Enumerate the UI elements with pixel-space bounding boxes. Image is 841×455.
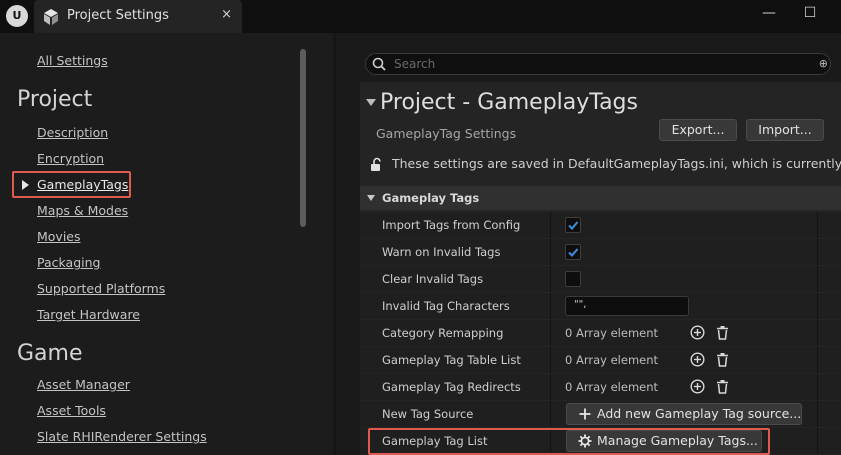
plus-icon — [579, 408, 591, 420]
sidebar-item-asset-tools[interactable]: Asset Tools — [37, 403, 106, 418]
trash-icon[interactable] — [715, 379, 730, 394]
sidebar-item-gameplaytags[interactable]: GameplayTags — [37, 177, 128, 192]
sidebar-item-maps-modes[interactable]: Maps & Modes — [37, 203, 128, 218]
maximize-button[interactable]: ☐ — [795, 3, 825, 25]
sidebar-item-packaging[interactable]: Packaging — [37, 255, 100, 270]
array-count: 0 Array element — [565, 353, 659, 367]
property-label: Import Tags from Config — [382, 218, 521, 232]
sidebar-item-supported-platforms[interactable]: Supported Platforms — [37, 281, 165, 296]
project-settings-window: U Project Settings × — ☐ All Settings Pr… — [0, 0, 841, 455]
row-gameplay-tag-table-list: Gameplay Tag Table List 0 Array element — [360, 347, 841, 373]
row-import-tags-from-config: Import Tags from Config — [360, 212, 841, 238]
sidebar-heading-project: Project — [17, 87, 93, 112]
search-box[interactable]: ⊕ — [365, 53, 831, 75]
property-label: Gameplay Tag Redirects — [382, 380, 521, 394]
invalid-chars-input[interactable]: "", — [565, 296, 689, 316]
sidebar-item-slate-rhirenderer[interactable]: Slate RHIRenderer Settings — [37, 429, 207, 444]
page-subtitle: GameplayTag Settings — [376, 126, 517, 141]
add-tag-source-button[interactable]: Add new Gameplay Tag source... — [566, 403, 802, 425]
unreal-logo-icon: U — [6, 5, 28, 27]
tab-project-settings[interactable]: Project Settings × — [34, 0, 242, 33]
trash-icon[interactable] — [715, 325, 730, 340]
import-button[interactable]: Import... — [746, 119, 824, 141]
row-invalid-tag-characters: Invalid Tag Characters "", — [360, 293, 841, 319]
minimize-button[interactable]: — — [754, 3, 784, 25]
settings-main-panel: ⊕ Project - GameplayTags GameplayTag Set… — [336, 33, 841, 455]
property-label: Invalid Tag Characters — [382, 299, 510, 313]
add-element-icon[interactable] — [690, 379, 705, 394]
property-label: Warn on Invalid Tags — [382, 245, 501, 259]
check-icon — [568, 221, 579, 230]
check-icon — [568, 248, 579, 257]
sidebar-item-description[interactable]: Description — [37, 125, 108, 140]
property-label: New Tag Source — [382, 407, 474, 421]
selected-arrow-icon — [22, 180, 29, 190]
property-label: Clear Invalid Tags — [382, 272, 484, 286]
sidebar-item-encryption[interactable]: Encryption — [37, 151, 104, 166]
section-collapse-icon[interactable] — [367, 195, 375, 201]
sidebar-item-target-hardware[interactable]: Target Hardware — [37, 307, 140, 322]
property-label: Category Remapping — [382, 326, 504, 340]
import-tags-checkbox[interactable] — [565, 217, 581, 233]
settings-sidebar: All Settings Project Description Encrypt… — [0, 33, 333, 455]
search-icon — [372, 57, 386, 71]
row-category-remapping: Category Remapping 0 Array element — [360, 320, 841, 346]
sidebar-item-movies[interactable]: Movies — [37, 229, 81, 244]
row-new-tag-source: New Tag Source Add new Gameplay Tag sour… — [360, 401, 841, 427]
tab-title: Project Settings — [67, 8, 169, 23]
unlock-icon — [371, 157, 381, 171]
add-element-icon[interactable] — [690, 352, 705, 367]
sidebar-item-asset-manager[interactable]: Asset Manager — [37, 377, 130, 392]
search-options-icon[interactable]: ⊕ — [819, 57, 828, 70]
add-element-icon[interactable] — [690, 325, 705, 340]
export-button[interactable]: Export... — [659, 119, 737, 141]
settings-cube-icon — [44, 9, 58, 25]
section-title: Gameplay Tags — [382, 191, 480, 205]
property-label: Gameplay Tag Table List — [382, 353, 521, 367]
warn-invalid-checkbox[interactable] — [565, 244, 581, 260]
config-notice: These settings are saved in DefaultGamep… — [392, 156, 841, 171]
search-input[interactable] — [394, 56, 814, 72]
collapse-arrow-icon[interactable] — [366, 99, 376, 106]
close-tab-icon[interactable]: × — [221, 7, 232, 22]
gameplay-tag-list-highlight — [368, 428, 770, 455]
title-bar: U Project Settings × — ☐ — [0, 0, 841, 33]
row-gameplay-tag-redirects: Gameplay Tag Redirects 0 Array element — [360, 374, 841, 400]
array-count: 0 Array element — [565, 326, 659, 340]
sidebar-heading-game: Game — [17, 341, 83, 366]
trash-icon[interactable] — [715, 352, 730, 367]
sidebar-item-all-settings[interactable]: All Settings — [37, 53, 108, 68]
settings-content: Project - GameplayTags GameplayTag Setti… — [360, 82, 841, 455]
clear-invalid-checkbox[interactable] — [565, 271, 581, 287]
row-warn-on-invalid-tags: Warn on Invalid Tags — [360, 239, 841, 265]
sidebar-scrollbar[interactable] — [300, 49, 306, 227]
array-count: 0 Array element — [565, 380, 659, 394]
page-title: Project - GameplayTags — [380, 90, 638, 115]
section-gameplay-tags[interactable]: Gameplay Tags — [360, 186, 841, 210]
row-clear-invalid-tags: Clear Invalid Tags — [360, 266, 841, 292]
